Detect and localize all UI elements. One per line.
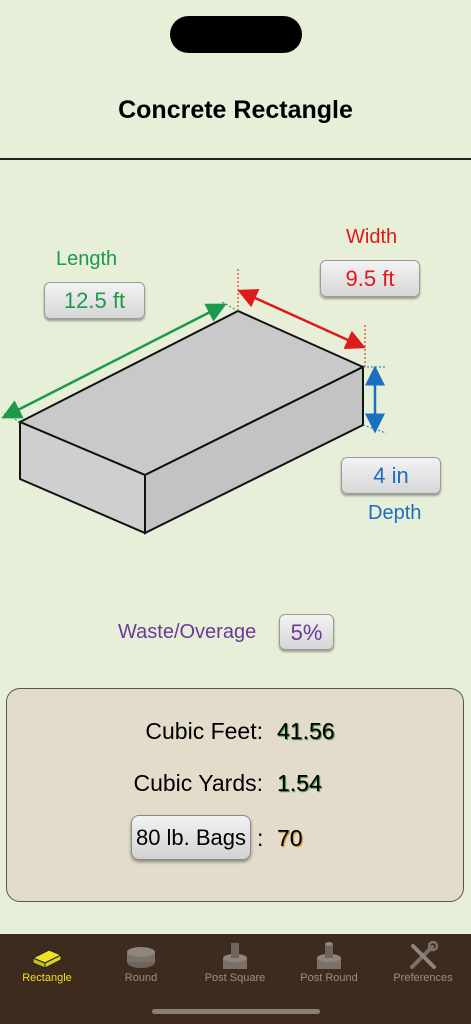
tab-rectangle[interactable]: Rectangle bbox=[0, 934, 94, 994]
cubic-feet-value: 41.56 bbox=[277, 718, 335, 744]
post-round-icon bbox=[317, 942, 341, 969]
length-value-button[interactable]: 12.5 ft bbox=[44, 282, 145, 319]
tab-post-square[interactable]: Post Square bbox=[188, 934, 282, 994]
cubic-yards-label: Cubic Yards: bbox=[133, 770, 263, 796]
cubic-feet-label: Cubic Feet: bbox=[145, 718, 263, 744]
width-value-button[interactable]: 9.5 ft bbox=[320, 260, 420, 297]
dynamic-island bbox=[170, 16, 302, 53]
tab-post-round-label: Post Round bbox=[300, 972, 358, 984]
bags-value: 70 bbox=[277, 825, 303, 851]
waste-label: Waste/Overage bbox=[118, 621, 257, 643]
length-label: Length bbox=[56, 248, 118, 270]
waste-value-button[interactable]: 5% bbox=[279, 614, 334, 650]
width-label: Width bbox=[346, 226, 398, 248]
depth-label: Depth bbox=[368, 502, 422, 524]
tab-preferences[interactable]: Preferences bbox=[376, 934, 470, 994]
tab-post-square-label: Post Square bbox=[204, 972, 266, 984]
tab-rectangle-label: Rectangle bbox=[22, 972, 72, 984]
tools-icon bbox=[410, 940, 439, 969]
tab-post-round[interactable]: Post Round bbox=[282, 934, 376, 994]
round-slab-icon bbox=[127, 947, 155, 968]
home-indicator bbox=[152, 1009, 320, 1014]
cubic-yards-value: 1.54 bbox=[277, 770, 322, 796]
rectangle-block-icon bbox=[31, 949, 63, 969]
tab-round[interactable]: Round bbox=[94, 934, 188, 994]
bag-size-button[interactable]: 80 lb. Bags bbox=[131, 815, 251, 860]
results-panel: Cubic Feet: 41.56 Cubic Yards: 1.54 80 l… bbox=[6, 688, 464, 902]
depth-extension-bottom bbox=[362, 424, 387, 434]
post-square-icon bbox=[223, 943, 247, 969]
tab-preferences-label: Preferences bbox=[393, 972, 453, 984]
tab-round-label: Round bbox=[124, 972, 158, 984]
length-extension-right bbox=[221, 301, 239, 312]
bags-separator: : bbox=[257, 825, 264, 851]
depth-value-button[interactable]: 4 in bbox=[341, 457, 441, 494]
page-title: Concrete Rectangle bbox=[118, 96, 353, 124]
